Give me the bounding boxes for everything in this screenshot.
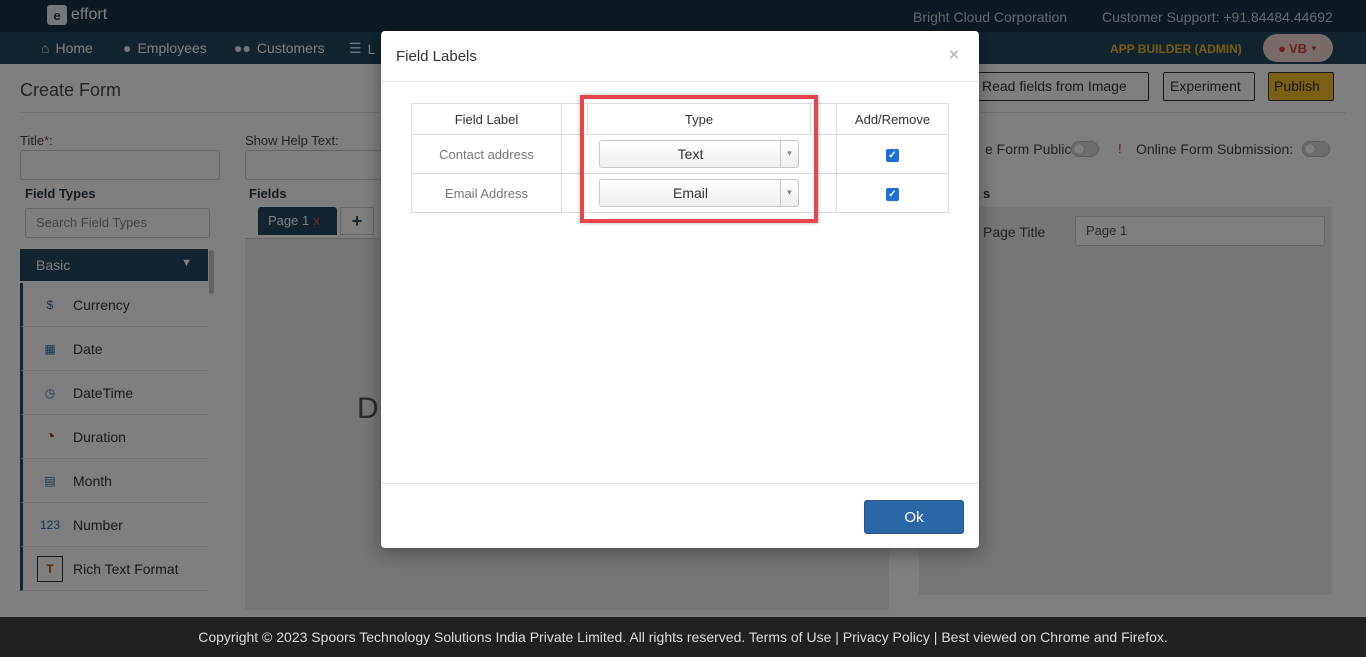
- field-labels-dialog: Field Labels × Field Label Type Add/Remo…: [381, 31, 979, 548]
- table-row: Email Address Email ▼ ✓: [411, 173, 949, 213]
- field-label-cell: Contact address: [411, 134, 562, 174]
- column-header-type: Type: [587, 103, 811, 135]
- close-icon[interactable]: ×: [949, 45, 959, 65]
- ok-button[interactable]: Ok: [864, 500, 964, 534]
- field-labels-table: Field Label Type Add/Remove Contact addr…: [411, 103, 949, 213]
- add-remove-cell: ✓: [836, 173, 949, 213]
- type-select[interactable]: Text ▼: [599, 140, 799, 168]
- dialog-title: Field Labels: [396, 48, 477, 65]
- type-cell: Text ▼: [561, 134, 837, 174]
- dialog-footer: Ok: [381, 483, 979, 548]
- column-header-add-remove: Add/Remove: [836, 103, 949, 135]
- type-cell: Email ▼: [561, 173, 837, 213]
- type-select-value: Email: [672, 185, 708, 201]
- add-remove-checkbox[interactable]: ✓: [886, 149, 899, 162]
- column-header-blank: [561, 103, 588, 135]
- footer: Copyright © 2023 Spoors Technology Solut…: [0, 617, 1366, 657]
- dialog-header: Field Labels ×: [381, 31, 979, 82]
- column-header-blank: [810, 103, 837, 135]
- add-remove-cell: ✓: [836, 134, 949, 174]
- column-header-field-label: Field Label: [411, 103, 562, 135]
- type-select-value: Text: [677, 146, 704, 162]
- add-remove-checkbox[interactable]: ✓: [886, 188, 899, 201]
- dropdown-arrow-icon: ▼: [780, 141, 798, 167]
- dropdown-arrow-icon: ▼: [780, 180, 798, 206]
- table-row: Contact address Text ▼ ✓: [411, 134, 949, 174]
- field-label-cell: Email Address: [411, 173, 562, 213]
- type-select[interactable]: Email ▼: [599, 179, 799, 207]
